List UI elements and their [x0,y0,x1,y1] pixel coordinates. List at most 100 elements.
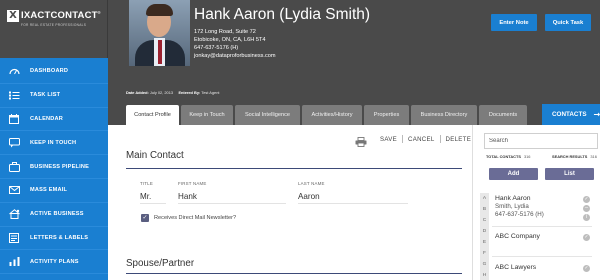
first-name-label: FIRST NAME [178,181,207,186]
sidebar-item-label: KEEP IN TOUCH [30,139,77,146]
sidebar-nav: DASHBOARD TASK LIST CALENDAR KEEP IN TOU… [0,58,108,275]
add-contact-button[interactable]: Add [489,168,538,180]
alphabet-letter-h[interactable]: H [480,270,489,280]
panel-divider [472,125,473,280]
sidebar-item-label: LETTERS & LABELS [30,234,89,241]
date-added-value: July 02, 2013 [149,90,174,95]
dashboard-icon [8,65,20,77]
spouse-partner-heading: Spouse/Partner [126,258,195,269]
alphabet-index: A B C D E F G H [480,193,489,280]
calendar-icon [8,113,20,125]
info-icon[interactable]: i [583,214,590,221]
tab-documents[interactable]: Documents [479,105,527,125]
active-business-icon [8,208,20,220]
contacts-button[interactable]: CONTACTS → [542,104,600,125]
sidebar-item-keep-in-touch[interactable]: KEEP IN TOUCH [0,131,108,156]
photo-tie [157,40,162,64]
search-results-label: SEARCH RESULTS [552,154,588,159]
tab-keep-in-touch[interactable]: Keep in Touch [181,105,233,125]
sidebar: X IXACTCONTACT® FOR REAL ESTATE PROFESSI… [0,0,108,280]
newsletter-option[interactable]: ✓ Receives Direct Mail Newsletter? [141,214,236,222]
title-field[interactable]: Mr. [140,189,166,204]
mail-icon [8,184,20,196]
logo-tagline: FOR REAL ESTATE PROFESSIONALS [21,23,87,27]
sidebar-item-calendar[interactable]: CALENDAR [0,108,108,132]
sidebar-item-business-pipeline[interactable]: BUSINESS PIPELINE [0,155,108,179]
sidebar-item-task-list[interactable]: TASK LIST [0,84,108,108]
alphabet-letter-c[interactable]: C [480,215,489,226]
contacts-button-label: CONTACTS [552,111,587,118]
address-line-1: 172 Long Road, Suite 72 [194,29,256,35]
tab-social-intelligence[interactable]: Social Intelligence [235,105,300,125]
sidebar-item-label: ACTIVITY PLANS [30,258,79,265]
total-contacts-value: 316 [523,154,531,159]
task-list-icon [8,89,20,101]
enter-note-button[interactable]: Enter Note [491,14,537,31]
sidebar-item-activity-plans[interactable]: ACTIVITY PLANS [0,250,108,275]
last-name-field[interactable]: Aaron [298,189,408,204]
logo-registered: ® [97,10,101,16]
sidebar-item-label: TASK LIST [30,92,61,99]
save-button[interactable]: SAVE [380,136,397,143]
sidebar-item-label: MASS EMAIL [30,187,68,194]
contact-email[interactable]: jonkay@dataproforbusiness.com [194,53,276,61]
print-icon[interactable] [355,134,367,147]
alphabet-letter-d[interactable]: D [480,226,489,237]
contact-meta: Date Added: July 02, 2013 Entered By: Te… [126,90,219,95]
sidebar-item-letters-labels[interactable]: LETTERS & LABELS [0,227,108,251]
contact-header: Hank Aaron (Lydia Smith) 172 Long Road, … [108,0,600,104]
contact-name: Hank Aaron (Lydia Smith) [194,6,371,23]
quick-task-button[interactable]: Quick Task [545,14,591,31]
alphabet-letter-b[interactable]: B [480,204,489,215]
contact-list-name: Hank Aaron [495,195,531,202]
contact-list-spouse: Smith, Lydia [495,203,529,210]
alphabet-letter-g[interactable]: G [480,259,489,270]
brand-logo[interactable]: X IXACTCONTACT® FOR REAL ESTATE PROFESSI… [0,0,108,58]
total-contacts-count: TOTAL CONTACTS 316 [486,154,530,159]
list-divider [492,256,592,257]
tab-activities-history[interactable]: Activities/History [302,105,362,125]
tab-business-directory[interactable]: Business Directory [411,105,477,125]
sidebar-item-dashboard[interactable]: DASHBOARD [0,60,108,84]
activity-plans-icon [8,256,20,268]
check-icon[interactable]: ✓ [583,196,590,203]
first-name-field[interactable]: Hank [178,189,286,204]
list-divider [492,226,592,227]
toolbar-divider [439,135,441,143]
contact-list-name: ABC Company [495,233,540,240]
check-icon[interactable]: ✓ [583,265,590,272]
logo-name: IXACTCONTACT [21,10,98,22]
entered-by-label: Entered By: [178,90,201,95]
last-name-label: LAST NAME [298,181,325,186]
section-divider [126,273,462,275]
list-button[interactable]: List [545,168,594,180]
newsletter-checkbox[interactable]: ✓ [141,214,149,222]
delete-button[interactable]: DELETE [446,136,472,143]
remove-icon[interactable]: − [583,205,590,212]
section-divider [126,168,462,170]
contact-list-item[interactable]: ABC Company [495,233,540,241]
logo-x-mark: X [7,10,19,22]
total-contacts-label: TOTAL CONTACTS [486,154,521,159]
contact-search-input[interactable] [484,133,598,149]
contact-list-item[interactable]: Hank Aaron Smith, Lydia 647-637-5176 (H) [495,195,544,219]
letters-labels-icon [8,232,20,244]
sidebar-item-label: DASHBOARD [30,68,69,75]
sidebar-item-label: CALENDAR [30,115,63,122]
check-icon[interactable]: ✓ [583,234,590,241]
photo-hair [146,4,173,16]
contact-list-item[interactable]: ABC Lawyers [495,264,536,272]
contact-list-name: ABC Lawyers [495,264,537,271]
cancel-button[interactable]: CANCEL [408,136,435,143]
alphabet-letter-e[interactable]: E [480,237,489,248]
tab-contact-profile[interactable]: Contact Profile [126,105,179,125]
toolbar-divider [402,135,404,143]
arrow-right-icon: → [593,110,600,119]
sidebar-item-mass-email[interactable]: MASS EMAIL [0,179,108,203]
alphabet-letter-a[interactable]: A [480,193,489,204]
alphabet-letter-f[interactable]: F [480,248,489,259]
tab-properties[interactable]: Properties [364,105,409,125]
date-added-label: Date Added: [126,90,149,95]
sidebar-item-active-business[interactable]: ACTIVE BUSINESS [0,203,108,227]
logo-wordmark: IXACTCONTACT® [21,10,101,21]
